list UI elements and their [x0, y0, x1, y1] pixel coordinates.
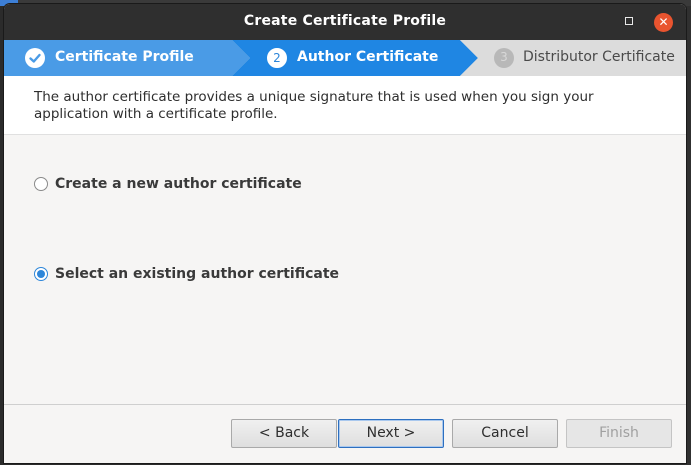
description-text: The author certificate provides a unique…	[34, 89, 594, 122]
option-label: Select an existing author certificate	[55, 266, 340, 282]
create-certificate-dialog: Create Certificate Profile ✕ Certificate…	[4, 4, 686, 463]
step-author-certificate[interactable]: Author Certificate	[297, 49, 438, 65]
checkmark-icon	[25, 48, 45, 68]
finish-button[interactable]: Finish	[566, 419, 672, 448]
step-certificate-profile[interactable]: Certificate Profile	[55, 49, 194, 65]
button-bar: < Back Next > Cancel Finish	[4, 404, 686, 463]
window-title: Create Certificate Profile	[243, 13, 447, 29]
option-create-new[interactable]: Create a new author certificate	[34, 176, 302, 192]
cancel-button[interactable]: Cancel	[452, 419, 558, 448]
wizard-steps: Certificate Profile 2 Author Certificate…	[4, 40, 686, 76]
close-icon[interactable]: ✕	[654, 13, 673, 32]
radio-button-selected[interactable]	[34, 267, 48, 281]
options-panel: Create a new author certificate Select a…	[4, 135, 686, 405]
option-label: Create a new author certificate	[55, 176, 302, 192]
back-button[interactable]: < Back	[231, 419, 337, 448]
step-3-number: 3	[494, 48, 514, 68]
radio-button[interactable]	[34, 177, 48, 191]
description-panel: The author certificate provides a unique…	[4, 76, 686, 135]
maximize-icon[interactable]	[625, 17, 633, 25]
step-2-number: 2	[267, 48, 287, 68]
title-bar[interactable]: Create Certificate Profile ✕	[4, 4, 686, 40]
option-select-existing[interactable]: Select an existing author certificate	[34, 266, 339, 282]
next-button[interactable]: Next >	[338, 419, 444, 448]
step-distributor-certificate[interactable]: Distributor Certificate	[523, 49, 675, 65]
